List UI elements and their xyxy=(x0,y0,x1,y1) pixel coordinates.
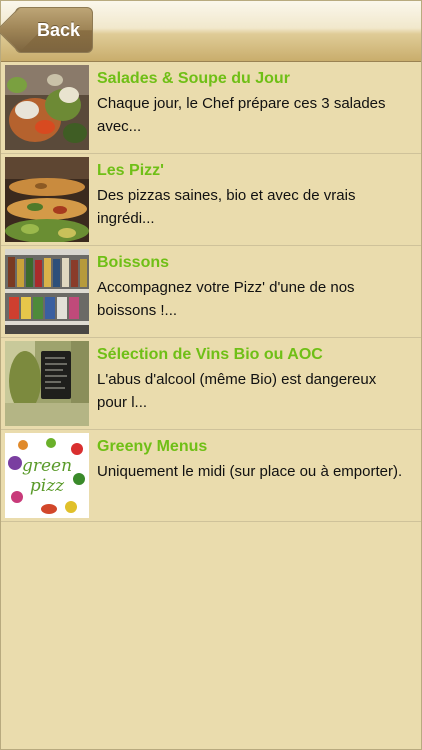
drinks-thumbnail xyxy=(5,249,89,334)
salad-thumbnail xyxy=(5,65,89,150)
list-item-vins[interactable]: Sélection de Vins Bio ou AOC L'abus d'al… xyxy=(1,338,421,430)
navigation-bar: Back xyxy=(0,1,421,62)
back-button[interactable]: Back xyxy=(0,7,93,53)
back-arrow-icon xyxy=(0,7,42,53)
item-description: L'abus d'alcool (même Bio) est dangereux… xyxy=(97,371,377,411)
item-description: Des pizzas saines, bio et avec de vrais … xyxy=(97,187,356,227)
logo-pizz-text: pizz xyxy=(30,476,65,496)
item-description: Chaque jour, le Chef prépare ces 3 salad… xyxy=(97,95,386,135)
list-item-boissons[interactable]: Boissons Accompagnez votre Pizz' d'une d… xyxy=(1,246,421,338)
wine-thumbnail xyxy=(5,341,89,426)
item-title: Les Pizz' xyxy=(97,162,164,179)
item-description: Uniquement le midi (sur place ou à empor… xyxy=(97,463,403,480)
pizza-thumbnail xyxy=(5,157,89,242)
logo-green-text: green xyxy=(22,456,72,476)
item-title: Boissons xyxy=(97,254,170,271)
item-title: Greeny Menus xyxy=(97,438,208,455)
back-button-label: Back xyxy=(37,20,81,40)
item-title: Salades & Soupe du Jour xyxy=(97,70,290,87)
list-item-pizz[interactable]: Les Pizz' Des pizzas saines, bio et avec… xyxy=(1,154,421,246)
item-description: Accompagnez votre Pizz' d'une de nos boi… xyxy=(97,279,355,319)
list-item-salades[interactable]: Salades & Soupe du Jour Chaque jour, le … xyxy=(1,62,421,154)
green-pizz-logo: green pizz xyxy=(5,433,89,518)
app-screen: Back Salades & Soupe du Jour Chaque jour… xyxy=(0,0,422,750)
menu-list: Salades & Soupe du Jour Chaque jour, le … xyxy=(1,62,421,522)
list-item-greeny-menus[interactable]: green pizz Greeny Menus Uniquement le mi… xyxy=(1,430,421,522)
item-title: Sélection de Vins Bio ou AOC xyxy=(97,346,323,363)
